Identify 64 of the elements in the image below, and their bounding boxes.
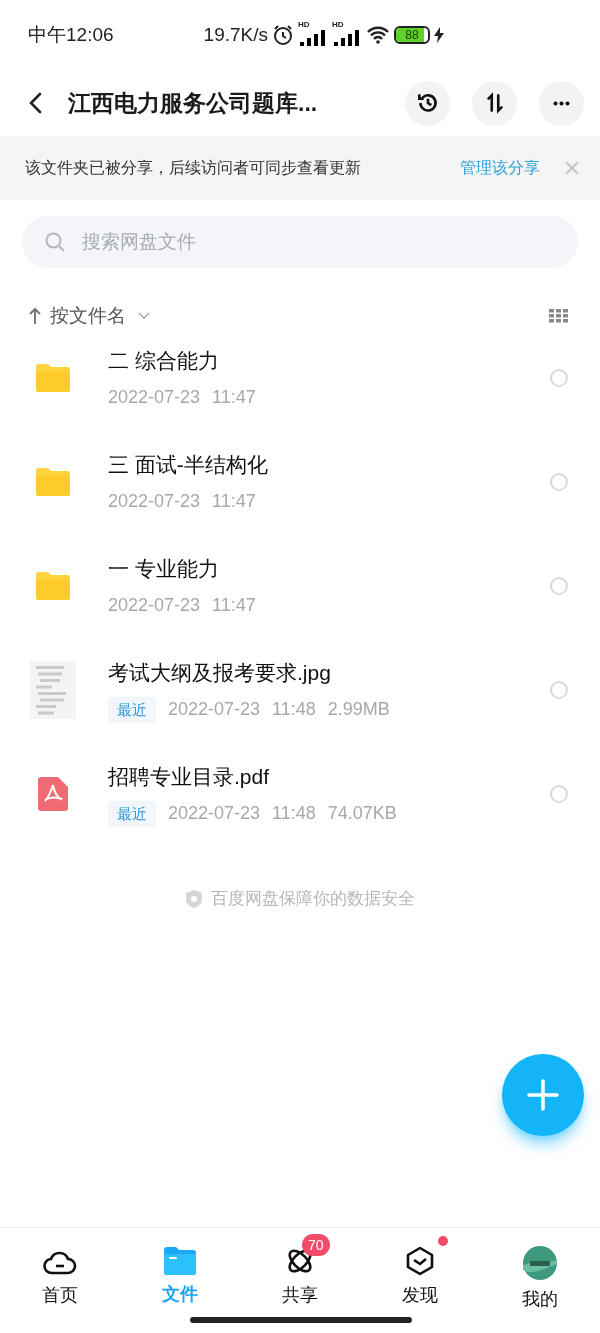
signal-icon xyxy=(300,30,328,46)
more-icon xyxy=(551,100,572,106)
file-time: 11:48 xyxy=(272,698,316,722)
select-radio[interactable] xyxy=(550,369,568,387)
file-time: 11:48 xyxy=(272,802,316,826)
alarm-icon xyxy=(272,24,294,46)
sort-order-button[interactable] xyxy=(472,80,517,126)
notification-badge: 70 xyxy=(302,1234,330,1256)
file-row[interactable]: 考试大纲及报考要求.jpg 最近 2022-07-23 11:48 2.99MB xyxy=(0,638,600,742)
file-name: 考试大纲及报考要求.jpg xyxy=(108,659,332,686)
file-name: 二 综合能力 xyxy=(108,347,220,374)
wifi-icon xyxy=(366,26,390,44)
select-radio[interactable] xyxy=(550,473,568,491)
file-date: 2022-07-23 xyxy=(108,594,201,618)
folder-icon xyxy=(36,572,70,600)
recent-tag: 最近 xyxy=(108,800,156,827)
folder-icon xyxy=(164,1246,196,1275)
select-radio[interactable] xyxy=(550,577,568,595)
add-button[interactable] xyxy=(502,1054,584,1136)
select-radio[interactable] xyxy=(550,681,568,699)
search-field[interactable]: 搜索网盘文件 xyxy=(22,216,578,268)
file-row[interactable]: 一 专业能力 2022-07-23 11:47 xyxy=(0,534,600,638)
file-size: 2.99MB xyxy=(327,698,390,722)
history-button[interactable] xyxy=(405,80,450,126)
file-date: 2022-07-23 xyxy=(108,386,201,410)
file-date: 2022-07-23 xyxy=(108,490,201,514)
file-row[interactable]: 招聘专业目录.pdf 最近 2022-07-23 11:48 74.07KB xyxy=(0,742,600,846)
file-name: 招聘专业目录.pdf xyxy=(108,763,271,790)
hexagon-clock-icon xyxy=(405,1246,435,1276)
folder-title: 江西电力服务公司题库... xyxy=(68,88,318,118)
security-note: 百度网盘保障你的数据安全 xyxy=(211,888,415,910)
shield-icon xyxy=(185,888,203,909)
search-icon xyxy=(44,231,66,253)
up-arrow-icon xyxy=(28,307,42,325)
folder-icon xyxy=(36,364,70,392)
banner-text: 该文件夹已被分享，后续访问者可同步查看更新 xyxy=(25,158,361,178)
file-name: 三 面试-半结构化 xyxy=(108,451,268,478)
select-radio[interactable] xyxy=(550,785,568,803)
file-time: 11:47 xyxy=(212,490,256,514)
nav-tab[interactable]: 共享 70 xyxy=(240,1232,360,1308)
signal-label: HD xyxy=(332,21,344,29)
file-name: 一 专业能力 xyxy=(108,555,220,582)
file-time: 11:47 xyxy=(212,386,256,410)
file-date: 2022-07-23 xyxy=(168,802,261,826)
file-time: 11:47 xyxy=(212,594,256,618)
status-time: 中午12:06 xyxy=(28,22,114,47)
chevron-down-icon xyxy=(138,312,150,320)
file-row[interactable]: 三 面试-半结构化 2022-07-23 11:47 xyxy=(0,430,600,534)
network-speed: 19.7K/s xyxy=(203,22,268,47)
nav-tab[interactable]: 发现 xyxy=(360,1232,480,1308)
recent-tag: 最近 xyxy=(108,696,156,723)
grid-view-icon[interactable] xyxy=(549,309,568,323)
close-icon[interactable] xyxy=(564,160,580,176)
pdf-icon xyxy=(38,777,68,811)
more-button[interactable] xyxy=(539,80,584,126)
folder-icon xyxy=(36,468,70,496)
plus-icon xyxy=(527,1079,559,1111)
nav-tab[interactable]: 我的 xyxy=(480,1232,600,1308)
file-size: 74.07KB xyxy=(327,802,397,826)
nav-tab[interactable]: 首页 xyxy=(0,1232,120,1308)
signal-label: HD xyxy=(298,21,310,29)
file-date: 2022-07-23 xyxy=(168,698,261,722)
battery-icon: 88 xyxy=(394,26,430,44)
signal-icon xyxy=(334,30,362,46)
